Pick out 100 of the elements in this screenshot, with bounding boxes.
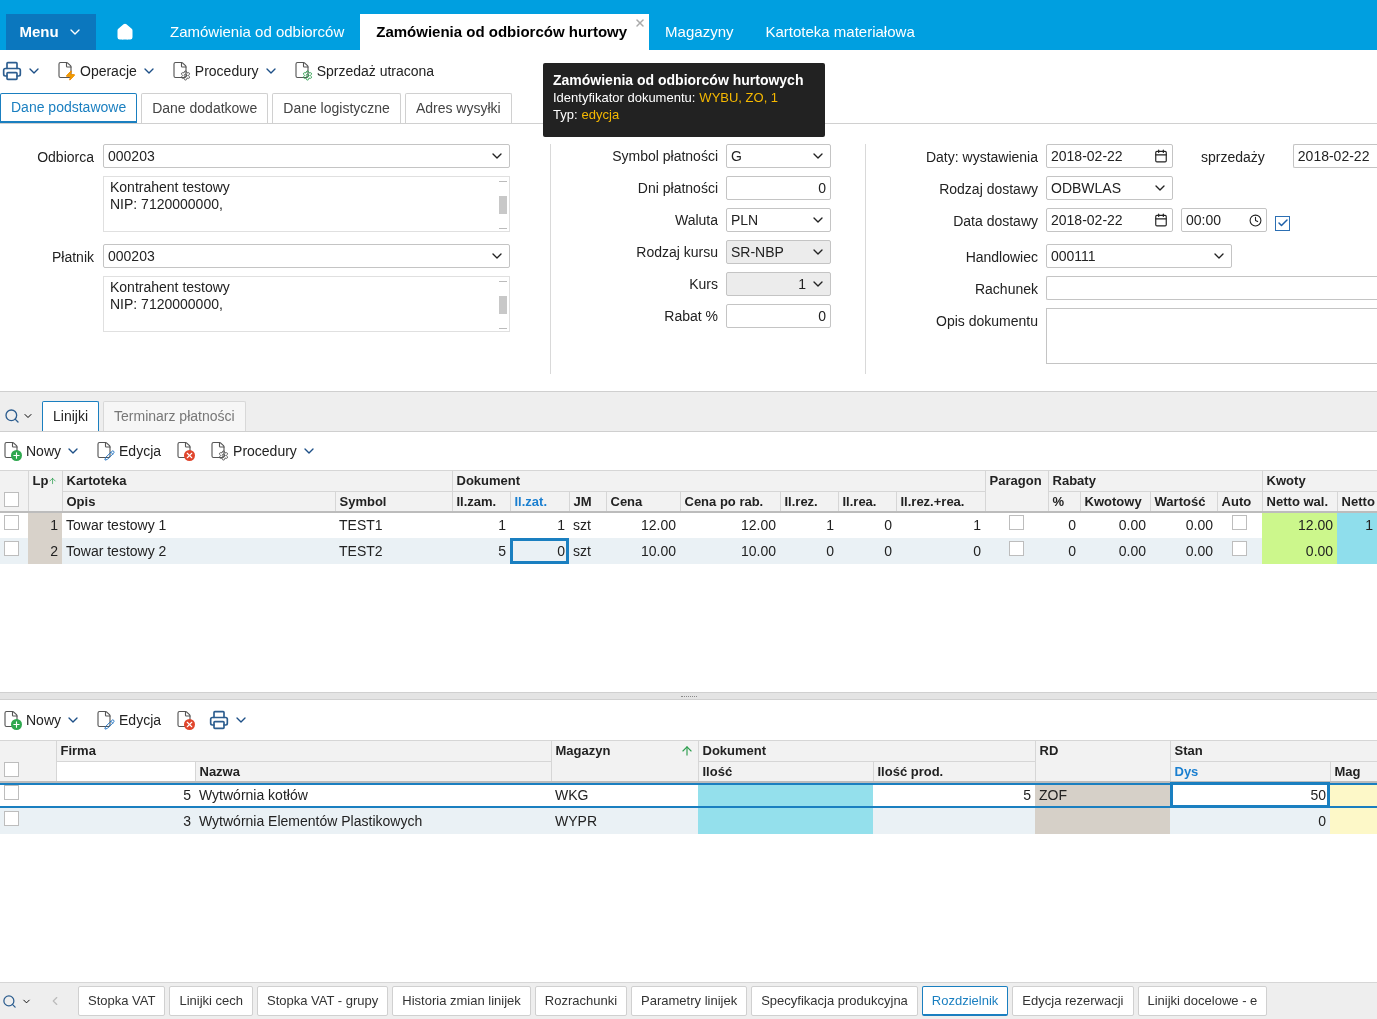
select-field[interactable]: G xyxy=(726,144,831,168)
document-tab[interactable]: Zamówienia od odbiorców hurtowy xyxy=(360,14,650,50)
toolbar-button[interactable] xyxy=(175,441,196,461)
bottom-tab[interactable]: Stopka VAT - grupy xyxy=(257,986,389,1016)
form-tab[interactable]: Dane logistyczne xyxy=(272,93,401,123)
table-cell: TEST2 xyxy=(335,538,452,564)
row-checkbox[interactable] xyxy=(1232,540,1248,556)
row-checkbox[interactable] xyxy=(4,785,19,800)
document-pencil-icon xyxy=(95,710,115,730)
table-cell: 5 xyxy=(873,782,1035,808)
row-checkbox[interactable] xyxy=(4,515,19,530)
table-cell: 12.00 xyxy=(680,512,780,538)
column-header[interactable]: Opis xyxy=(66,493,96,509)
select-all-checkbox[interactable] xyxy=(4,762,19,777)
column-group-header: Rabaty xyxy=(1052,473,1096,488)
field-label: Rodzaj kursu xyxy=(636,243,718,260)
table-cell: 2 xyxy=(28,538,62,564)
bottom-tab[interactable]: Edycja rezerwacji xyxy=(1012,986,1134,1016)
select-field[interactable]: 000111 xyxy=(1046,244,1232,268)
section-tab[interactable]: Linijki xyxy=(42,401,99,431)
field-label: Data dostawy xyxy=(953,213,1038,229)
form-tab[interactable]: Dane podstawowe xyxy=(0,93,138,123)
row-checkbox[interactable] xyxy=(1232,515,1248,530)
table-cell: 10.00 xyxy=(680,538,780,564)
close-icon[interactable] xyxy=(634,17,647,29)
select-field[interactable]: 000203 xyxy=(103,144,510,168)
column-header[interactable]: Dys xyxy=(1174,763,1199,779)
home-icon[interactable] xyxy=(116,23,134,41)
date-field[interactable]: 2018-02-22 xyxy=(1046,144,1173,168)
bottom-tab[interactable]: Linijki cech xyxy=(169,986,254,1016)
menu-button[interactable]: Menu xyxy=(6,14,96,50)
document-pencil-icon xyxy=(95,441,115,461)
toolbar-button[interactable]: Nowy xyxy=(2,709,61,731)
calendar-icon[interactable] xyxy=(1154,213,1168,227)
table-cell: Wytwórnia Elementów Plastikowych xyxy=(195,808,551,834)
toolbar-button[interactable]: Edycja xyxy=(95,709,162,731)
form-tab[interactable]: Adres wysyłki xyxy=(404,93,512,123)
column-group-header: Kartoteka xyxy=(66,473,127,488)
field-label: Rodzaj dostawy xyxy=(939,181,1038,197)
row-checkbox[interactable] xyxy=(1009,540,1025,556)
document-lightning-icon xyxy=(56,61,76,81)
column-header[interactable]: Magazyn xyxy=(555,741,611,761)
row-checkbox[interactable] xyxy=(1009,515,1025,530)
checkbox[interactable] xyxy=(1275,215,1290,231)
column-header[interactable]: Nazwa xyxy=(199,763,240,779)
column-group-header: Kwoty xyxy=(1266,473,1306,488)
clock-icon[interactable] xyxy=(1249,213,1262,227)
toolbar-button[interactable]: Nowy xyxy=(2,440,61,462)
tooltip-value: WYBU, ZO, 1 xyxy=(699,89,779,106)
select-field[interactable]: 000203 xyxy=(103,244,510,268)
table-cell: 1 xyxy=(1337,512,1377,538)
calendar-icon[interactable] xyxy=(1154,149,1168,163)
table-cell: 0 xyxy=(896,538,986,564)
table-cell: ZOF xyxy=(1035,782,1170,808)
input-field[interactable] xyxy=(1046,276,1377,300)
toolbar-button[interactable]: Edycja xyxy=(95,440,162,462)
bottom-tab[interactable]: Historia zmian linijek xyxy=(392,986,531,1016)
bottom-tab[interactable]: Parametry linijek xyxy=(631,986,748,1016)
table-cell: 1 xyxy=(510,512,569,538)
table-cell: 1 xyxy=(28,512,62,538)
toolbar-button[interactable] xyxy=(2,61,22,81)
select-all-checkbox[interactable] xyxy=(4,492,19,507)
table-cell: 0 xyxy=(838,512,896,538)
select-field[interactable]: ODBWLAS xyxy=(1046,176,1173,200)
search-icon[interactable] xyxy=(4,408,20,424)
table-cell: 0.00 xyxy=(1262,538,1338,564)
field-label: Daty: wystawienia xyxy=(925,149,1038,165)
bottom-tab[interactable]: Stopka VAT xyxy=(78,986,166,1016)
scrollbar[interactable] xyxy=(497,179,509,231)
bottom-tab[interactable]: Linijki docelowe - e xyxy=(1137,986,1268,1016)
toolbar-button[interactable] xyxy=(209,710,230,730)
printer-icon xyxy=(2,61,22,81)
form-tab[interactable]: Dane dodatkowe xyxy=(141,93,269,123)
input-field[interactable]: 2018-02-22 xyxy=(1292,144,1377,168)
date-field[interactable]: 2018-02-22 xyxy=(1046,208,1173,232)
column-header[interactable]: Ilość xyxy=(702,763,733,779)
table-cell: 12.00 xyxy=(606,512,680,538)
search-icon[interactable] xyxy=(2,993,17,1009)
table-cell: 12.00 xyxy=(1262,512,1338,538)
input-field[interactable]: 0 xyxy=(726,304,831,328)
bottom-tab[interactable]: Rozrachunki xyxy=(534,986,628,1016)
input-field[interactable]: 0 xyxy=(726,176,831,200)
table-cell: 0 xyxy=(780,538,838,564)
column-group-header: Dokument xyxy=(456,473,521,488)
toolbar-button[interactable]: Procedury xyxy=(170,60,259,82)
time-field[interactable]: 00:00 xyxy=(1181,208,1267,232)
row-checkbox[interactable] xyxy=(4,810,19,826)
field-label: Waluta xyxy=(674,211,718,228)
toolbar-button[interactable] xyxy=(175,710,196,730)
toolbar-button[interactable]: Operacje xyxy=(56,60,137,82)
select-field[interactable]: PLN xyxy=(726,208,831,232)
scrollbar[interactable] xyxy=(497,279,509,331)
table-cell: 0.00 xyxy=(1080,512,1151,538)
column-header[interactable]: RD xyxy=(1039,741,1059,761)
section-tab[interactable]: Terminarz płatności xyxy=(103,401,246,431)
toolbar-button[interactable]: Procedury xyxy=(209,440,297,462)
bottom-tab[interactable]: Rozdzielnik xyxy=(921,986,1009,1016)
bottom-tab[interactable]: Specyfikacja produkcyjna xyxy=(751,986,918,1016)
row-checkbox[interactable] xyxy=(4,540,19,556)
toolbar-button[interactable]: Sprzedaż utracona xyxy=(292,60,435,82)
